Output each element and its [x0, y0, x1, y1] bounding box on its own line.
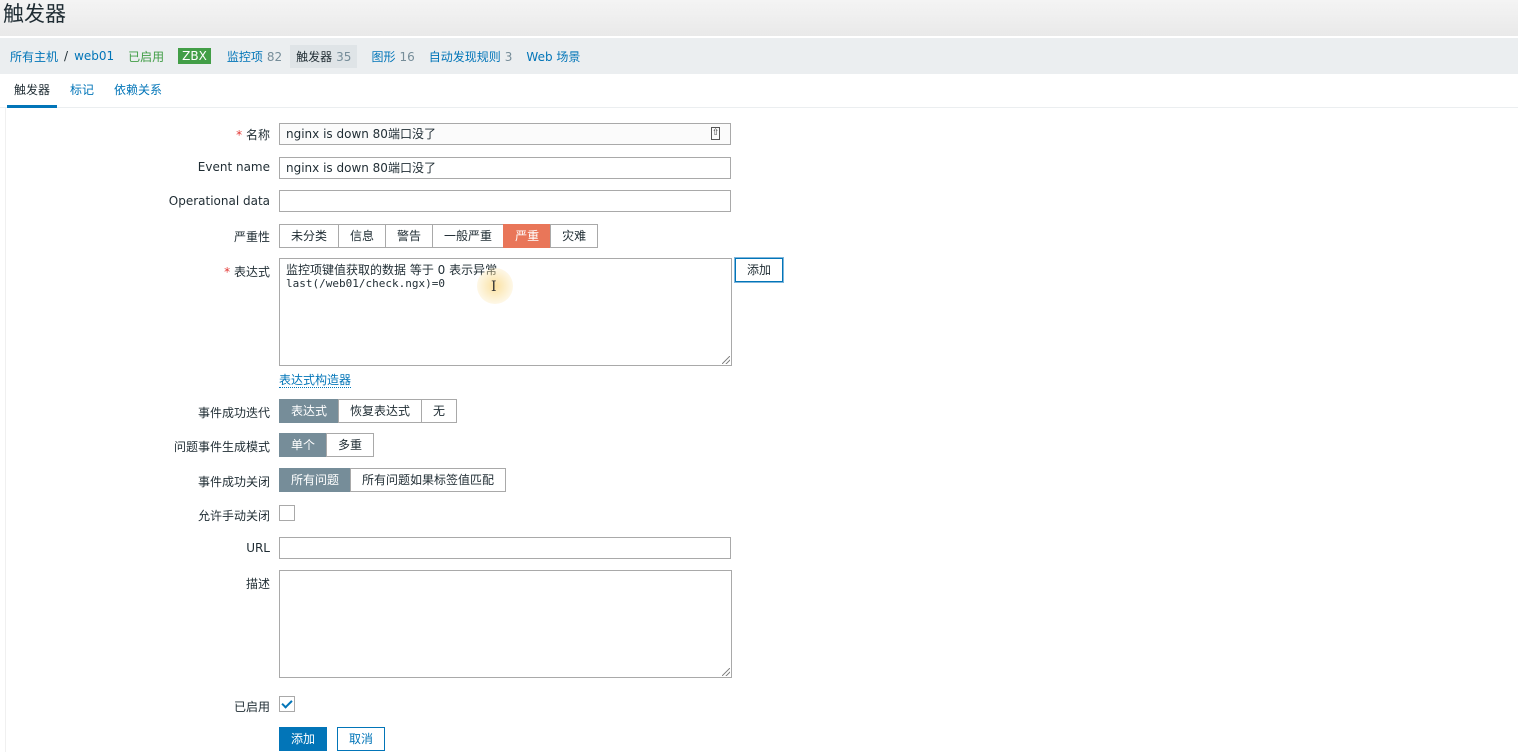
breadcrumb-graphs[interactable]: 图形 16: [371, 48, 414, 65]
ok-close-tag-match[interactable]: 所有问题如果标签值匹配: [350, 468, 507, 492]
ok-close-label: 事件成功关闭: [197, 475, 270, 489]
breadcrumb-web[interactable]: Web 场景: [526, 48, 580, 65]
add-button[interactable]: 添加: [279, 727, 327, 751]
name-label: 名称: [236, 126, 270, 143]
opdata-label: Operational data: [168, 194, 270, 208]
breadcrumb: 所有主机 / web01 已启用 ZBX 监控项 82 触发器 35 图形 16 自动…: [0, 38, 1518, 74]
tab-trigger[interactable]: 触发器: [7, 74, 58, 108]
breadcrumb-graphs-count: 16: [399, 49, 415, 64]
ok-event-recovery-expression[interactable]: 恢复表达式: [338, 399, 423, 423]
breadcrumb-triggers-label: 触发器: [296, 49, 333, 64]
enabled-checkbox[interactable]: [279, 696, 295, 712]
problem-mode-selector: 单个 多重: [279, 433, 375, 457]
resize-handle[interactable]: [722, 356, 730, 364]
breadcrumb-triggers[interactable]: 触发器 35: [290, 44, 358, 68]
breadcrumb-items-label: 监控项: [226, 49, 263, 64]
ok-event-label: 事件成功迭代: [197, 406, 270, 420]
opdata-field[interactable]: [279, 190, 731, 212]
page-header: 触发器: [0, 0, 1518, 36]
name-value: nginx is down 80端口没了: [286, 127, 436, 141]
ok-event-expression[interactable]: 表达式: [279, 399, 340, 423]
ok-event-none[interactable]: 无: [421, 399, 458, 423]
text-cursor-icon: I: [491, 279, 497, 295]
host-status[interactable]: 已启用: [128, 48, 164, 65]
breadcrumb-graphs-label: 图形: [371, 49, 396, 64]
checkmark-icon: [281, 697, 293, 709]
ok-event-selector: 表达式 恢复表达式 无: [279, 399, 458, 423]
url-label: URL: [246, 541, 270, 555]
event-name-field[interactable]: nginx is down 80端口没了: [279, 157, 731, 179]
expression-builder-link[interactable]: 表达式构造器: [279, 373, 352, 388]
problem-mode-label: 问题事件生成模式: [173, 440, 270, 454]
ok-close-all-problems[interactable]: 所有问题: [279, 468, 352, 492]
zbx-badge: ZBX: [178, 48, 211, 64]
breadcrumb-items-count: 82: [266, 49, 283, 64]
manual-close-checkbox[interactable]: [279, 505, 295, 521]
breadcrumb-host[interactable]: web01: [74, 49, 114, 63]
severity-not-classified[interactable]: 未分类: [279, 224, 340, 248]
expression-label: 表达式: [224, 263, 270, 280]
breadcrumb-triggers-count: 35: [336, 49, 352, 64]
severity-disaster[interactable]: 灾难: [550, 224, 599, 248]
severity-warning[interactable]: 警告: [385, 224, 434, 248]
form-tabs: 触发器 标记 依赖关系: [0, 74, 1518, 108]
resize-handle[interactable]: [722, 668, 730, 676]
name-field[interactable]: nginx is down 80端口没了 ⇧: [279, 123, 731, 145]
url-field[interactable]: [279, 537, 731, 559]
problem-mode-single[interactable]: 单个: [279, 433, 328, 457]
breadcrumb-discovery[interactable]: 自动发现规则 3: [429, 48, 513, 65]
severity-selector: 未分类 信息 警告 一般严重 严重 灾难: [279, 224, 599, 248]
cancel-button[interactable]: 取消: [337, 727, 385, 751]
severity-average[interactable]: 一般严重: [432, 224, 505, 248]
page-title: 触发器: [3, 2, 66, 26]
severity-label: 严重性: [233, 230, 270, 244]
manual-close-label: 允许手动关闭: [197, 509, 270, 523]
breadcrumb-items[interactable]: 监控项 82: [227, 48, 282, 65]
severity-information[interactable]: 信息: [338, 224, 387, 248]
severity-high[interactable]: 严重: [503, 224, 552, 248]
breadcrumb-discovery-label: 自动发现规则: [428, 49, 501, 64]
description-label: 描述: [245, 577, 270, 591]
breadcrumb-all-hosts[interactable]: 所有主机: [10, 48, 58, 65]
breadcrumb-separator: /: [64, 49, 69, 63]
event-name-label: Event name: [197, 160, 270, 174]
problem-mode-multiple[interactable]: 多重: [326, 433, 375, 457]
breadcrumb-discovery-count: 3: [504, 49, 513, 64]
tab-dependencies[interactable]: 依赖关系: [107, 74, 169, 108]
description-textarea[interactable]: [279, 570, 732, 678]
enabled-label: 已启用: [233, 700, 270, 714]
expression-add-button[interactable]: 添加: [735, 258, 783, 282]
tab-tags[interactable]: 标记: [63, 74, 101, 108]
ok-close-selector: 所有问题 所有问题如果标签值匹配: [279, 468, 507, 492]
text-expand-icon[interactable]: ⇧: [711, 127, 720, 140]
